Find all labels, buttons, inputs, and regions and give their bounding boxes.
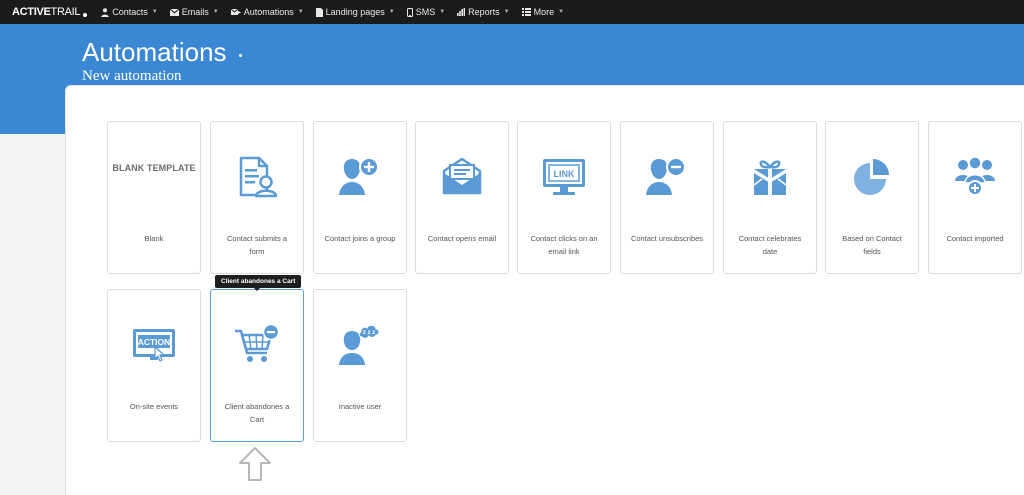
chevron-down-icon: ▼	[297, 9, 304, 15]
blank-template-text: BLANK TEMPLATE	[112, 163, 196, 173]
svg-text:z z z: z z z	[363, 330, 375, 336]
nav-automations[interactable]: Automations ▼	[230, 7, 304, 17]
template-card-contact-clicks-link[interactable]: LINK Contact clicks on an email link	[517, 121, 611, 274]
nav-more[interactable]: More ▼	[521, 7, 565, 17]
logo-dot	[83, 12, 88, 17]
template-card-contact-celebrates-date[interactable]: Contact celebrates date	[723, 121, 817, 274]
svg-text:LINK: LINK	[554, 169, 575, 179]
logo-bold: ACTIVE	[12, 6, 51, 18]
template-card-label: Contact opens email	[427, 234, 497, 243]
action-click-icon: ACTION	[108, 320, 200, 370]
nav-landing-pages[interactable]: Landing pages ▼	[315, 7, 395, 17]
chevron-down-icon: ▼	[558, 9, 565, 15]
mobile-icon	[406, 7, 413, 17]
left-gutter	[0, 134, 65, 495]
gift-icon	[724, 152, 816, 202]
tooltip-arrow	[253, 287, 261, 291]
user-plus-icon	[314, 152, 406, 202]
nav-automations-label: Automations	[243, 7, 294, 17]
template-card-inactive-user[interactable]: z z z Inactive user	[313, 289, 407, 442]
template-card-based-on-contact-fields[interactable]: Based on Contact fields	[825, 121, 919, 274]
nav-contacts[interactable]: Contacts ▼	[101, 7, 158, 17]
nav-contacts-label: Contacts	[112, 7, 148, 17]
template-card-label: Blank	[144, 234, 164, 243]
nav-emails-label: Emails	[181, 7, 209, 17]
chevron-down-icon: ▼	[388, 9, 395, 15]
users-import-icon	[929, 152, 1021, 202]
top-nav: ACTIVE TRAIL Contacts ▼ Emails ▼ Automation…	[0, 0, 1024, 24]
template-card-contact-submits-form[interactable]: Contact submits a form	[210, 121, 304, 274]
template-card-label: Contact unsubscribes	[630, 234, 704, 243]
template-card-label: Contact imported	[946, 234, 1004, 243]
chevron-down-icon: ▼	[212, 9, 219, 15]
template-card-contact-opens-email[interactable]: Contact opens email	[415, 121, 509, 274]
activetrail-logo[interactable]: ACTIVE TRAIL	[12, 6, 88, 18]
blank-template-icon: BLANK TEMPLATE	[108, 158, 200, 178]
template-card-on-site-events[interactable]: ACTION On-site events	[107, 289, 201, 442]
template-card-label: On-site events	[129, 402, 179, 411]
page-title: Automations	[82, 37, 242, 68]
open-envelope-icon	[416, 152, 508, 202]
template-card-label: Contact celebrates date	[738, 234, 802, 256]
page-icon	[315, 7, 323, 17]
user-minus-icon	[621, 152, 713, 202]
link-monitor-icon: LINK	[518, 152, 610, 202]
nav-reports-label: Reports	[468, 7, 500, 17]
list-icon	[521, 8, 531, 16]
template-card-blank[interactable]: BLANK TEMPLATE Blank	[107, 121, 201, 274]
template-card-client-abandones-cart[interactable]: Client abandones a Cart	[210, 289, 304, 442]
template-card-label: Based on Contact fields	[842, 234, 902, 256]
automation-icon	[230, 8, 241, 16]
template-card-label: Contact clicks on an email link	[530, 234, 598, 256]
chevron-down-icon: ▼	[151, 9, 158, 15]
bar-chart-icon	[457, 8, 466, 16]
nav-sms[interactable]: SMS ▼	[406, 7, 446, 17]
template-card-label: Client abandones a Cart	[224, 402, 290, 424]
up-arrow-icon	[239, 447, 271, 481]
pie-chart-icon	[826, 152, 918, 202]
template-card-contact-imported[interactable]: Contact imported	[928, 121, 1022, 274]
svg-text:ACTION: ACTION	[138, 337, 171, 347]
person-icon	[101, 7, 109, 17]
page-subtitle: New automation	[82, 68, 182, 84]
chevron-down-icon: ▼	[439, 9, 446, 15]
chevron-down-icon: ▼	[503, 9, 510, 15]
template-card-contact-unsubscribes[interactable]: Contact unsubscribes	[620, 121, 714, 274]
logo-light: TRAIL	[50, 6, 81, 18]
nav-more-label: More	[533, 7, 555, 17]
template-card-label: Contact joins a group	[324, 234, 396, 243]
title-dot	[238, 54, 242, 57]
nav-emails[interactable]: Emails ▼	[169, 7, 219, 17]
user-sleep-icon: z z z	[314, 320, 406, 370]
cart-minus-icon	[211, 320, 303, 370]
page-title-text: Automations	[82, 37, 227, 67]
template-card-label: Contact submits a form	[226, 234, 288, 256]
envelope-icon	[169, 8, 179, 16]
nav-landing-pages-label: Landing pages	[325, 7, 385, 17]
template-card-label: Inactive user	[338, 402, 382, 411]
template-card-contact-joins-group[interactable]: Contact joins a group	[313, 121, 407, 274]
form-icon	[211, 152, 303, 202]
nav-reports[interactable]: Reports ▼	[457, 7, 510, 17]
nav-sms-label: SMS	[415, 7, 436, 17]
